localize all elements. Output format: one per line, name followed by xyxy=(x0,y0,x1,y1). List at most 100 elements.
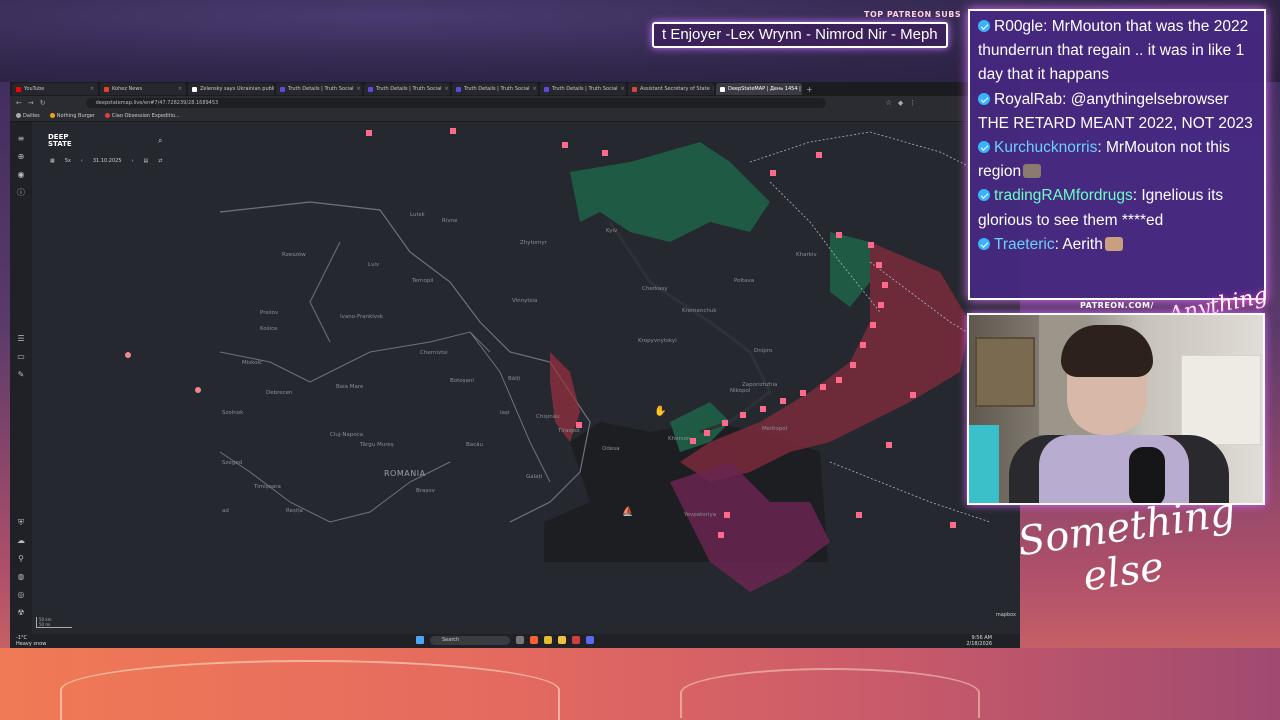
map-city-label: Timișoara xyxy=(254,484,281,490)
chat-panel: R00gle: MrMouton that was the 2022 thund… xyxy=(968,9,1266,300)
next-date-icon[interactable]: › xyxy=(132,158,134,164)
bookmark-label: Nothing Burger xyxy=(56,112,95,119)
tab-close-icon[interactable]: × xyxy=(442,86,449,92)
bookmark-item[interactable]: Nothing Burger xyxy=(49,112,95,119)
radiation-icon[interactable]: ☢ xyxy=(16,608,26,618)
back-icon[interactable]: ← xyxy=(16,99,22,107)
filters-icon[interactable]: ☰ xyxy=(16,334,26,344)
browser-tab[interactable]: Truth Details | Truth Social × xyxy=(540,83,626,95)
language-flag-icon[interactable]: ⊕ xyxy=(16,152,26,162)
event-marker xyxy=(704,430,710,436)
discord-icon[interactable] xyxy=(586,636,594,644)
mapbox-attribution[interactable]: mapbox xyxy=(996,612,1016,618)
edit-icon[interactable]: ✎ xyxy=(16,370,26,380)
browser-tab[interactable]: Truth Details | Truth Social × xyxy=(276,83,362,95)
browser-tab[interactable]: YouTube × xyxy=(12,83,98,95)
map-city-label: Botoșani xyxy=(450,378,474,384)
map-city-label: Košice xyxy=(260,326,278,332)
map-city-label: Kremenchuk xyxy=(682,308,717,314)
map-city-label: Zhytomyr xyxy=(520,240,547,246)
deepstate-logo[interactable]: DEEP STATE xyxy=(48,134,82,148)
webcam-feed xyxy=(967,313,1265,505)
reload-icon[interactable]: ↻ xyxy=(40,99,46,107)
browser-tab[interactable]: Kohez News × xyxy=(100,83,186,95)
chat-username[interactable]: RoyalRab xyxy=(994,91,1062,108)
chat-username[interactable]: Traeteric xyxy=(994,236,1055,253)
map-city-label: Prešov xyxy=(260,310,279,316)
road-line xyxy=(749,131,1001,183)
event-marker xyxy=(724,512,730,518)
map-city-label: Dnipro xyxy=(754,348,773,354)
calendar-icon[interactable]: ▤ xyxy=(144,158,149,164)
taskbar-search[interactable]: Search xyxy=(430,636,510,645)
globe-icon[interactable]: ◍ xyxy=(16,572,26,582)
chat-username[interactable]: tradingRAMfordrugs xyxy=(994,187,1133,204)
tab-close-icon[interactable]: × xyxy=(87,86,94,92)
map-city-label: Kharkiv xyxy=(796,252,817,258)
chat-username[interactable]: R00gle xyxy=(994,18,1043,35)
map-city-label: Lviv xyxy=(368,262,380,268)
map-city-label: Lutsk xyxy=(410,212,425,218)
forward-icon[interactable]: → xyxy=(28,99,34,107)
search-icon[interactable]: ⌕ xyxy=(158,136,162,146)
windows-start-icon[interactable] xyxy=(416,636,424,644)
tab-close-icon[interactable]: × xyxy=(354,86,361,92)
microphone-icon xyxy=(1129,447,1165,503)
map-view[interactable]: ⛵ ✋ ≡ ⊕ ◉ ⓘ ☰ ▭ ✎ ⛨ ☁ ⚲ ◍ ◎ ☢ DEEP STATE… xyxy=(10,122,1020,634)
browser-tab[interactable]: Zelensky says Ukrainian public× xyxy=(188,83,274,95)
browser-menu-icon[interactable]: ⋮ xyxy=(909,99,916,107)
browser-tab[interactable]: DeepStateMAP | День 1454 | Карт× xyxy=(716,83,802,95)
weather-widget[interactable]: -1°C Heavy snow xyxy=(16,635,46,647)
app-icon[interactable] xyxy=(572,636,580,644)
cloud-icon[interactable]: ☁ xyxy=(16,536,26,546)
event-marker xyxy=(718,532,724,538)
browser-tab[interactable]: Assistant Secretary of State× xyxy=(628,83,714,95)
border-line xyxy=(309,241,341,343)
chat-separator: : xyxy=(1062,90,1071,108)
menu-icon[interactable]: ≡ xyxy=(16,134,26,144)
bookmark-favicon-icon xyxy=(49,112,55,118)
border-line xyxy=(469,331,551,483)
timelapse-icon[interactable]: ⇄ xyxy=(158,158,162,164)
tab-favicon-icon xyxy=(368,86,373,92)
map-scale: 50 km 50 mi xyxy=(36,617,72,628)
bookmark-star-icon[interactable]: ☆ xyxy=(886,99,892,107)
folder-icon[interactable] xyxy=(558,636,566,644)
browser-tab[interactable]: Truth Details | Truth Social × xyxy=(452,83,538,95)
prev-date-icon[interactable]: ‹ xyxy=(81,158,83,164)
system-clock[interactable]: 9:56 AM 2/18/2026 xyxy=(966,635,992,647)
calendar-grid-icon[interactable]: ▦ xyxy=(50,158,55,164)
bookmark-item[interactable]: Dailies xyxy=(16,112,40,119)
tab-label: YouTube xyxy=(24,86,45,92)
extensions-icon[interactable]: ◆ xyxy=(898,99,903,107)
bookmark-item[interactable]: Ciao Obsession Expeditio... xyxy=(104,112,180,119)
info-icon[interactable]: ⓘ xyxy=(16,188,26,198)
map-city-label: Chernivtsi xyxy=(420,350,448,356)
chat-username[interactable]: Kurchucknorris xyxy=(994,139,1097,156)
notification-icon[interactable]: ◉ xyxy=(16,170,26,180)
map-city-label: Debrecen xyxy=(266,390,293,396)
tab-close-icon[interactable]: × xyxy=(618,86,625,92)
shield-icon[interactable]: ⛨ xyxy=(16,518,26,528)
webcam-streamer-body xyxy=(1039,435,1189,503)
target-icon[interactable]: ◎ xyxy=(16,590,26,600)
zoom-label[interactable]: 5x xyxy=(65,158,71,164)
new-tab-icon[interactable]: + xyxy=(806,85,813,94)
tab-close-icon[interactable]: × xyxy=(710,86,714,92)
tab-close-icon[interactable]: × xyxy=(175,86,182,92)
browser-taskbar-icon[interactable] xyxy=(530,636,538,644)
file-explorer-icon[interactable] xyxy=(544,636,552,644)
layers-icon[interactable]: ▭ xyxy=(16,352,26,362)
map-city-label: Ivano-Frankivsk xyxy=(340,314,384,320)
tab-favicon-icon xyxy=(720,86,725,92)
task-view-icon[interactable] xyxy=(516,636,524,644)
tab-close-icon[interactable]: × xyxy=(530,86,537,92)
event-marker xyxy=(800,390,806,396)
date-value[interactable]: 31.10.2025 xyxy=(93,158,122,164)
map-city-label: Kropyvnytskyi xyxy=(638,338,677,344)
url-field[interactable]: deepstatemap.live/en#7/47.728239/28.1689… xyxy=(85,98,826,108)
map-city-label: Cluj-Napoca xyxy=(330,432,364,438)
chat-text: Aerith xyxy=(1062,235,1103,253)
browser-tab[interactable]: Truth Details | Truth Social × xyxy=(364,83,450,95)
pin-icon[interactable]: ⚲ xyxy=(16,554,26,564)
